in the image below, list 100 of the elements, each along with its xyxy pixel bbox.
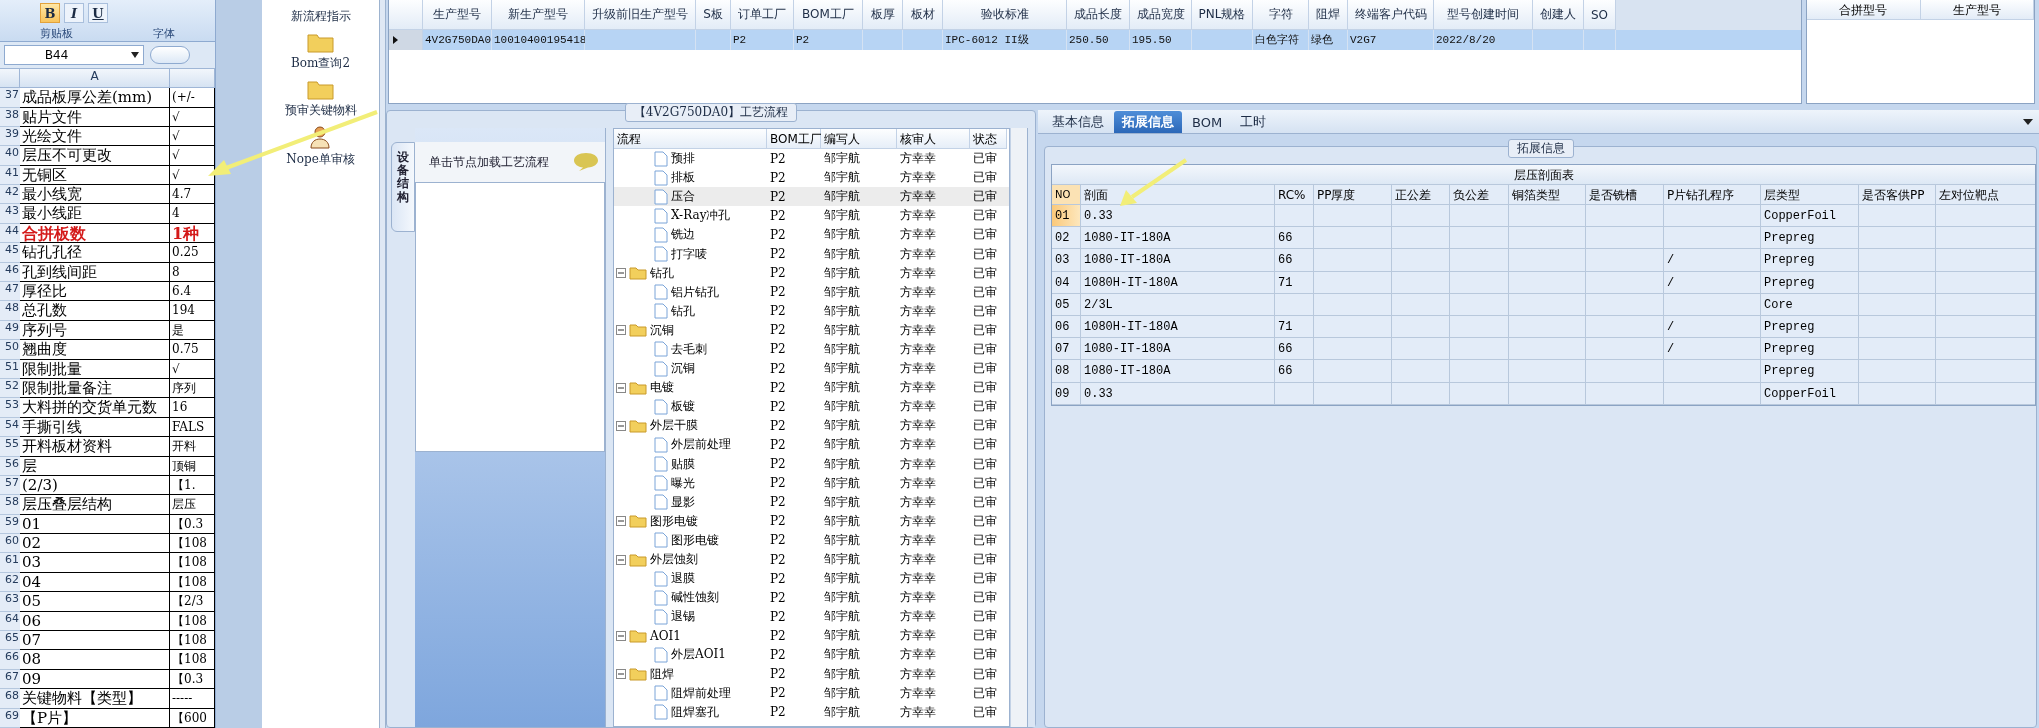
column-header[interactable]: 成品长度 — [1067, 0, 1130, 30]
table-row[interactable]: 4V2G750DA0 10010400195418 P2 P2 IPC-6012 II级 250.50 195.50 白色字符 绿色 V2G7 2022/8/20 — [389, 30, 1801, 50]
collapse-icon[interactable] — [616, 268, 626, 279]
column-header[interactable]: RC% — [1275, 185, 1314, 205]
column-header[interactable]: A — [20, 69, 170, 89]
scrollbar[interactable] — [1010, 128, 1027, 727]
column-header[interactable]: 是否客供PP — [1859, 185, 1936, 205]
process-row[interactable]: 显影 P2 邹宇航 方幸幸 已审 — [614, 492, 1009, 512]
column-header[interactable]: 编写人 — [821, 129, 897, 149]
process-cell: 邹宇航 — [824, 398, 860, 416]
collapse-icon[interactable] — [616, 669, 626, 680]
process-row[interactable]: 打字唛 P2 邹宇航 方幸幸 已审 — [614, 244, 1009, 264]
process-row[interactable]: 压合 P2 邹宇航 方幸幸 已审 — [614, 187, 1009, 207]
process-row[interactable]: 沉铜 P2 邹宇航 方幸幸 已审 — [614, 359, 1009, 379]
toolbar-button[interactable]: 预审关键物料 — [284, 78, 357, 119]
column-header[interactable]: P片钻孔程序 — [1664, 185, 1761, 205]
process-row[interactable]: 排板 P2 邹宇航 方幸幸 已审 — [614, 168, 1009, 188]
column-header[interactable]: 升级前旧生产型号 — [585, 0, 696, 30]
process-row[interactable]: 阻焊塞孔 P2 邹宇航 方幸幸 已审 — [614, 702, 1009, 722]
column-header[interactable]: 流程 — [614, 129, 767, 149]
process-row[interactable]: 外层蚀刻 P2 邹宇航 方幸幸 已审 — [614, 549, 1009, 570]
process-row[interactable]: 碱性蚀刻 P2 邹宇航 方幸幸 已审 — [614, 588, 1009, 608]
collapse-icon[interactable] — [616, 630, 626, 641]
process-row[interactable]: 图形电镀 P2 邹宇航 方幸幸 已审 — [614, 511, 1009, 531]
column-header[interactable]: 验收标准 — [943, 0, 1067, 30]
process-step-name: 图形电镀 — [650, 512, 698, 530]
column-header[interactable]: 合拼型号 — [1807, 0, 1921, 20]
column-header[interactable]: 状态 — [970, 129, 1007, 149]
column-header[interactable]: 剖面 — [1081, 185, 1275, 205]
column-header[interactable]: 型号创建时间 — [1434, 0, 1533, 30]
format-button[interactable]: I — [64, 3, 84, 23]
process-row[interactable]: AOI1 P2 邹宇航 方幸幸 已审 — [614, 626, 1009, 646]
process-row[interactable]: 钻孔 P2 邹宇航 方幸幸 已审 — [614, 301, 1009, 321]
column-header[interactable]: 层类型 — [1761, 185, 1859, 205]
spreadsheet-cell: 限制批量 — [20, 359, 170, 379]
collapse-icon[interactable] — [616, 554, 626, 565]
column-header[interactable]: BOM工厂 — [794, 0, 863, 30]
collapse-icon[interactable] — [616, 325, 626, 336]
column-header[interactable]: PP厚度 — [1314, 185, 1392, 205]
name-box[interactable]: B44 — [4, 45, 144, 66]
process-row[interactable]: 沉铜 P2 邹宇航 方幸幸 已审 — [614, 320, 1009, 340]
process-row[interactable]: 图形电镀 P2 邹宇航 方幸幸 已审 — [614, 530, 1009, 550]
process-row[interactable]: 外层干膜 P2 邹宇航 方幸幸 已审 — [614, 416, 1009, 436]
column-header[interactable]: 终端客户代码 — [1348, 0, 1434, 30]
tab[interactable]: 工时 — [1232, 111, 1275, 133]
process-row[interactable]: 阻焊前处理 P2 邹宇航 方幸幸 已审 — [614, 683, 1009, 703]
column-header[interactable]: 负公差 — [1450, 185, 1509, 205]
side-tab[interactable]: 设备结构 — [391, 142, 415, 232]
tab[interactable]: BOM — [1184, 111, 1231, 133]
format-button[interactable]: U — [88, 3, 108, 23]
column-header[interactable]: 板厚 — [863, 0, 903, 30]
column-header[interactable]: 成品宽度 — [1130, 0, 1192, 30]
column-header[interactable]: 订单工厂 — [731, 0, 794, 30]
table-cell: P2 — [794, 30, 863, 50]
process-row[interactable]: 铣边 P2 邹宇航 方幸幸 已审 — [614, 225, 1009, 245]
process-row[interactable]: 外层前处理 P2 邹宇航 方幸幸 已审 — [614, 435, 1009, 455]
process-row[interactable]: 预排 P2 邹宇航 方幸幸 已审 — [614, 149, 1009, 169]
column-header[interactable] — [170, 69, 215, 89]
process-row[interactable]: 电镀 P2 邹宇航 方幸幸 已审 — [614, 378, 1009, 398]
process-row[interactable]: 外层AOI1 P2 邹宇航 方幸幸 已审 — [614, 645, 1009, 665]
process-row[interactable]: 退膜 P2 邹宇航 方幸幸 已审 — [614, 569, 1009, 589]
process-row[interactable]: 去毛刺 P2 邹宇航 方幸幸 已审 — [614, 339, 1009, 360]
collapse-icon[interactable] — [616, 420, 626, 431]
process-row[interactable]: X-Ray冲孔 P2 邹宇航 方幸幸 已审 — [614, 206, 1009, 226]
column-header[interactable]: SO — [1584, 0, 1616, 30]
column-header[interactable]: 生产型号 — [1920, 0, 2034, 20]
process-row[interactable]: 阻焊 P2 邹宇航 方幸幸 已审 — [614, 664, 1009, 684]
column-header[interactable]: 生产型号 — [423, 0, 492, 30]
dropdown-icon[interactable] — [2023, 119, 2033, 125]
process-row[interactable]: 贴膜 P2 邹宇航 方幸幸 已审 — [614, 454, 1009, 474]
column-header[interactable]: BOM工厂 — [767, 129, 821, 149]
column-header[interactable]: 是否铣槽 — [1586, 185, 1664, 205]
column-header[interactable]: 板材 — [903, 0, 943, 30]
process-row[interactable]: 钻孔 P2 邹宇航 方幸幸 已审 — [614, 263, 1009, 283]
column-header[interactable]: 阻焊 — [1309, 0, 1348, 30]
column-header[interactable]: 正公差 — [1392, 185, 1450, 205]
collapse-icon[interactable] — [616, 382, 626, 393]
toolbar-button[interactable]: 新流程指示 — [290, 8, 351, 25]
format-button[interactable]: B — [40, 3, 60, 23]
tab[interactable]: 基本信息 — [1044, 111, 1112, 133]
spreadsheet-cell: 最小线距 — [20, 204, 170, 224]
column-header[interactable]: 新生产型号 — [492, 0, 585, 30]
process-cell: P2 — [770, 151, 786, 166]
process-row[interactable]: 板镀 P2 邹宇航 方幸幸 已审 — [614, 397, 1009, 417]
column-header[interactable]: 核审人 — [897, 129, 970, 149]
toolbar-button[interactable]: Bom查询2 — [290, 31, 351, 72]
toolbar-button[interactable]: Nope单审核 — [286, 125, 355, 168]
column-header[interactable]: NO — [1052, 185, 1081, 205]
process-row[interactable]: 退锡 P2 邹宇航 方幸幸 已审 — [614, 607, 1009, 627]
column-header[interactable]: PNL规格 — [1192, 0, 1253, 30]
column-header[interactable]: 铜箔类型 — [1509, 185, 1586, 205]
process-row[interactable]: 铝片钻孔 P2 邹宇航 方幸幸 已审 — [614, 282, 1009, 302]
collapse-icon[interactable] — [616, 516, 626, 527]
column-header[interactable]: S板 — [696, 0, 731, 30]
corner-cell[interactable] — [0, 69, 20, 89]
column-header[interactable]: 字符 — [1253, 0, 1309, 30]
column-header[interactable]: 创建人 — [1533, 0, 1584, 30]
tab[interactable]: 拓展信息 — [1114, 111, 1182, 133]
zoom-control[interactable] — [150, 46, 190, 65]
process-row[interactable]: 曝光 P2 邹宇航 方幸幸 已审 — [614, 473, 1009, 493]
